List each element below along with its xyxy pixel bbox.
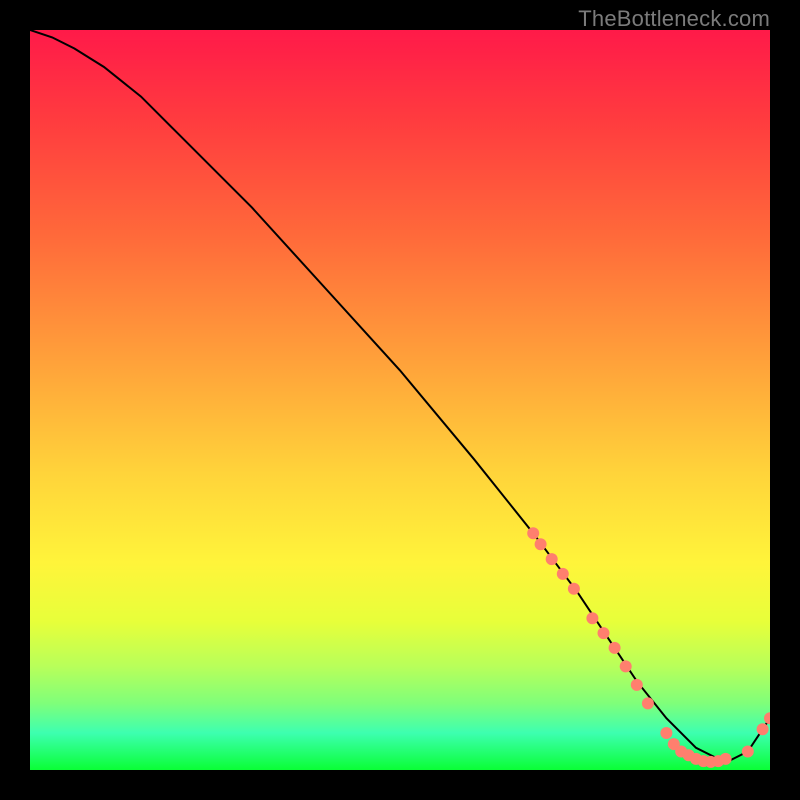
chart-svg xyxy=(30,30,770,770)
data-point xyxy=(660,727,672,739)
data-point xyxy=(683,749,695,761)
data-point xyxy=(757,723,769,735)
data-points xyxy=(527,527,770,768)
data-point xyxy=(557,568,569,580)
data-point xyxy=(527,527,539,539)
data-point xyxy=(668,738,680,750)
data-point xyxy=(690,753,702,765)
chart-frame: TheBottleneck.com xyxy=(0,0,800,800)
data-point xyxy=(598,627,610,639)
data-point xyxy=(720,753,732,765)
data-point xyxy=(586,612,598,624)
data-point xyxy=(631,679,643,691)
data-point xyxy=(546,553,558,565)
data-point xyxy=(609,642,621,654)
data-point xyxy=(712,755,724,767)
data-point xyxy=(535,538,547,550)
data-point xyxy=(697,755,709,767)
watermark-text: TheBottleneck.com xyxy=(578,6,770,32)
data-point xyxy=(764,712,770,724)
data-point xyxy=(675,746,687,758)
plot-area xyxy=(30,30,770,770)
data-point xyxy=(620,660,632,672)
data-point xyxy=(742,746,754,758)
data-point xyxy=(705,756,717,768)
data-point xyxy=(642,697,654,709)
data-point xyxy=(568,583,580,595)
bottleneck-curve xyxy=(30,30,770,763)
